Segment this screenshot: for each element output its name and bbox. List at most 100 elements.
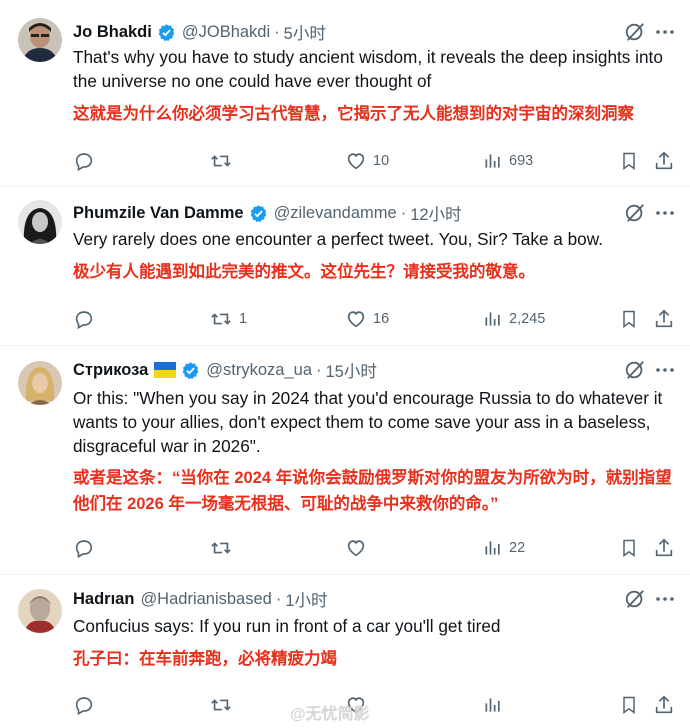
avatar[interactable] [18, 18, 62, 62]
author-name[interactable]: Jo Bhakdi [73, 23, 152, 42]
tweet-text: Confucius says: If you run in front of a… [73, 616, 501, 636]
repost-button[interactable] [209, 536, 239, 560]
views-count: 693 [509, 153, 534, 169]
grok-icon[interactable] [624, 359, 646, 381]
views-button[interactable] [483, 693, 503, 717]
watermark-text: @无忧简影 [290, 706, 370, 723]
share-icon [653, 150, 675, 172]
tweet-1[interactable]: Jo Bhakdi @JOBhakdi · 5小时 That's why you… [0, 0, 690, 187]
author-name[interactable]: Стрикоза [73, 361, 148, 380]
watermark: @无忧简影 [290, 700, 370, 724]
avatar[interactable] [18, 200, 62, 244]
ukraine-flag-icon [154, 362, 177, 378]
reply-icon [73, 308, 95, 330]
reply-button[interactable] [73, 693, 95, 717]
reply-button[interactable] [73, 307, 101, 331]
reply-icon [73, 694, 95, 716]
repost-icon [209, 537, 233, 559]
timestamp[interactable]: 1小时 [285, 587, 327, 611]
timestamp[interactable]: 5小时 [284, 20, 326, 44]
tweet-text: Very rarely does one encounter a perfect… [73, 229, 603, 249]
action-bar: 10 693 [73, 149, 683, 173]
share-icon [653, 308, 675, 330]
author-handle[interactable]: @zilevandamme [274, 204, 397, 223]
grok-icon[interactable] [624, 202, 646, 224]
like-count: 16 [373, 311, 390, 327]
like-button[interactable] [345, 536, 373, 560]
tweet-text: That's why you have to study ancient wis… [73, 47, 663, 91]
author-name[interactable]: Phumzile Van Damme [73, 204, 244, 223]
verified-badge-icon [249, 204, 268, 223]
views-icon [483, 151, 503, 171]
translation-text: 极少有人能遇到如此完美的推文。这位先生？请接受我的敬意。 [73, 263, 535, 281]
repost-button[interactable]: 1 [209, 307, 247, 331]
more-icon[interactable] [654, 359, 676, 381]
reply-button[interactable] [73, 536, 101, 560]
grok-icon[interactable] [624, 21, 646, 43]
bookmark-icon [619, 150, 639, 172]
like-icon [345, 150, 367, 172]
repost-icon [209, 308, 233, 330]
action-bar: 22 [73, 536, 683, 560]
like-icon [345, 537, 367, 559]
action-bar: 1 16 2,245 [73, 307, 683, 331]
reply-button[interactable] [73, 149, 101, 173]
more-icon[interactable] [654, 21, 676, 43]
share-button[interactable] [653, 693, 675, 717]
reply-icon [73, 537, 95, 559]
avatar[interactable] [18, 361, 62, 405]
author-handle[interactable]: @JOBhakdi [182, 23, 270, 42]
author-name[interactable]: Hadrıan [73, 590, 134, 609]
grok-icon[interactable] [624, 588, 646, 610]
bookmark-icon [619, 694, 639, 716]
bookmark-button[interactable] [619, 693, 639, 717]
share-button[interactable] [653, 149, 675, 173]
separator-dot: · [275, 589, 282, 608]
share-button[interactable] [653, 307, 675, 331]
timestamp[interactable]: 12小时 [410, 201, 461, 225]
views-count: 22 [509, 540, 526, 556]
views-icon [483, 695, 503, 715]
author-handle[interactable]: @Hadrianisbased [140, 590, 271, 609]
like-icon [345, 308, 367, 330]
separator-dot: · [316, 360, 322, 379]
share-button[interactable] [653, 536, 675, 560]
views-button[interactable]: 693 [483, 149, 533, 173]
views-count: 2,245 [509, 311, 546, 327]
repost-icon [209, 150, 233, 172]
author-handle[interactable]: @strykoza_ua [206, 361, 312, 380]
views-icon [483, 538, 503, 558]
tweet-3[interactable]: Стрикоза @strykoza_ua · 15小时 Or this: "W… [0, 346, 690, 575]
more-icon[interactable] [654, 588, 676, 610]
translation-text: 孔子曰：在车前奔跑，必将精疲力竭 [73, 650, 337, 668]
more-icon[interactable] [654, 202, 676, 224]
separator-dot: · [274, 22, 280, 41]
bookmark-button[interactable] [619, 536, 639, 560]
translation-text: 或者是这条：“当你在 2024 年说你会鼓励俄罗斯对你的盟友为所欲为时，就别指望… [73, 469, 672, 513]
reply-icon [73, 150, 95, 172]
like-button[interactable]: 16 [345, 307, 389, 331]
share-icon [653, 694, 675, 716]
bookmark-button[interactable] [619, 307, 639, 331]
timestamp[interactable]: 15小时 [326, 358, 377, 382]
verified-badge-icon [157, 23, 176, 42]
translation-text: 这就是为什么你必须学习古代智慧，它揭示了无人能想到的对宇宙的深刻洞察 [73, 105, 634, 123]
share-icon [653, 537, 675, 559]
bookmark-button[interactable] [619, 149, 639, 173]
views-button[interactable]: 22 [483, 536, 525, 560]
like-count: 10 [373, 153, 390, 169]
repost-icon [209, 694, 233, 716]
views-button[interactable]: 2,245 [483, 307, 545, 331]
like-button[interactable]: 10 [345, 149, 389, 173]
repost-count: 1 [239, 311, 248, 327]
tweet-text: Or this: "When you say in 2024 that you'… [73, 388, 663, 456]
bookmark-icon [619, 537, 639, 559]
repost-button[interactable] [209, 149, 239, 173]
separator-dot: · [400, 203, 407, 222]
repost-button[interactable] [209, 693, 233, 717]
action-bar [73, 693, 683, 717]
tweet-2[interactable]: Phumzile Van Damme @zilevandamme · 12小时 … [0, 187, 690, 346]
views-icon [483, 309, 503, 329]
verified-badge-icon [181, 361, 200, 380]
avatar[interactable] [18, 589, 62, 633]
